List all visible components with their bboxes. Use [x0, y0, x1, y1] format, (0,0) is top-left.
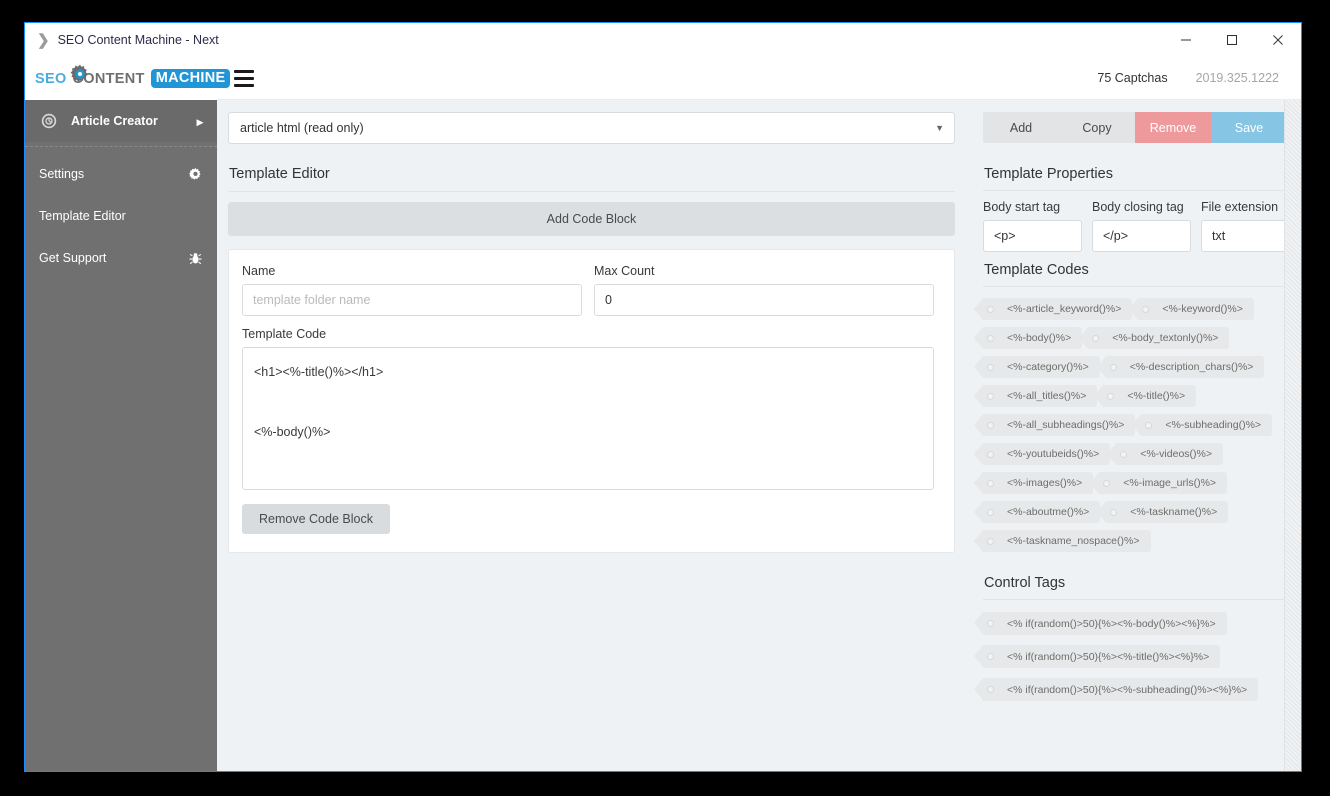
file-extension-input[interactable]: [1201, 220, 1287, 252]
file-extension-group: File extension: [1201, 200, 1287, 252]
main-content: article html (read only) ▼ Template Edit…: [217, 100, 1301, 771]
max-count-input[interactable]: [594, 284, 934, 316]
name-field-group: Name: [242, 264, 582, 316]
template-code-tag-1[interactable]: <%-keyword()%>: [1129, 298, 1254, 320]
template-code-tag-5[interactable]: <%-description_chars()%>: [1096, 356, 1265, 378]
action-button-bar: Add Copy Remove Save: [983, 112, 1287, 143]
template-code-tag-8[interactable]: <%-all_subheadings()%>: [973, 414, 1136, 436]
sidebar-item-get-support[interactable]: Get Support: [25, 237, 217, 279]
bug-icon: [187, 251, 203, 266]
body-closing-tag-group: Body closing tag: [1092, 200, 1191, 252]
template-code-tag-12[interactable]: <%-images()%>: [973, 472, 1094, 494]
control-tag-1[interactable]: <% if(random()>50){%><%-title()%><%}%>: [973, 645, 1221, 668]
clock-gear-icon: [41, 113, 61, 129]
window-controls: [1163, 23, 1301, 57]
captcha-count: 75 Captchas: [1097, 71, 1168, 85]
gear-icon: [187, 167, 203, 182]
template-code-tag-11[interactable]: <%-videos()%>: [1107, 443, 1223, 465]
sidebar-label-template-editor: Template Editor: [39, 209, 126, 223]
body-closing-tag-input[interactable]: [1092, 220, 1191, 252]
remove-code-block-button[interactable]: Remove Code Block: [242, 504, 390, 534]
hamburger-menu-icon[interactable]: [234, 69, 254, 87]
control-tags-divider: [983, 599, 1287, 600]
template-code-tag-6[interactable]: <%-all_titles()%>: [973, 385, 1098, 407]
control-tag-0[interactable]: <% if(random()>50){%><%-body()%><%}%>: [974, 612, 1227, 635]
body-start-tag-input[interactable]: [983, 220, 1082, 252]
code-block-card: Name Max Count Template Code <h1><%-titl…: [228, 249, 955, 553]
template-code-group: Template Code <h1><%-title()%></h1> <%-b…: [242, 327, 934, 490]
control-tag-2[interactable]: <% if(random()>50){%><%-subheading()%><%…: [973, 678, 1259, 701]
application-window: ❯ SEO Content Machine - Next SEO CONTENT…: [24, 22, 1302, 772]
sidebar-label-settings: Settings: [39, 167, 85, 181]
app-logo: SEO CONTENT MACHINE: [35, 64, 231, 88]
top-bar: 75 Captchas 2019.325.1222: [217, 57, 1301, 100]
window-title: SEO Content Machine - Next: [57, 33, 219, 47]
template-code-tag-14[interactable]: <%-aboutme()%>: [973, 501, 1101, 523]
template-code-label: Template Code: [242, 327, 327, 341]
template-code-tag-13[interactable]: <%-image_urls()%>: [1090, 472, 1228, 494]
sidebar-label-get-support: Get Support: [39, 251, 107, 265]
template-code-tag-15[interactable]: <%-taskname()%>: [1097, 501, 1229, 523]
body-closing-tag-label: Body closing tag: [1092, 200, 1184, 214]
add-button[interactable]: Add: [983, 112, 1059, 143]
control-tags-list: <% if(random()>50){%><%-body()%><%}%> <% …: [973, 612, 1287, 701]
template-codes-divider: [983, 286, 1287, 287]
sidebar-item-article-creator[interactable]: Article Creator ▸: [25, 100, 217, 142]
template-codes-heading: Template Codes: [984, 262, 1089, 278]
heading-divider: [228, 191, 955, 192]
close-button[interactable]: [1255, 23, 1301, 57]
copy-button[interactable]: Copy: [1059, 112, 1135, 143]
properties-row: Body start tag Body closing tag File ext…: [983, 200, 1287, 252]
max-count-label: Max Count: [594, 264, 655, 278]
sidebar-item-template-editor[interactable]: Template Editor: [25, 195, 217, 237]
sidebar-divider: [25, 146, 217, 147]
save-button[interactable]: Save: [1211, 112, 1287, 143]
template-code-tag-9[interactable]: <%-subheading()%>: [1132, 414, 1273, 436]
vertical-scrollbar[interactable]: [1284, 100, 1301, 771]
template-properties-column: Add Copy Remove Save Template Properties…: [971, 100, 1301, 771]
chevron-right-icon: ▸: [196, 114, 203, 129]
app-version: 2019.325.1222: [1195, 71, 1279, 85]
logo-text-seo: SEO: [35, 70, 67, 87]
control-tags-heading: Control Tags: [984, 575, 1066, 591]
add-code-block-button[interactable]: Add Code Block: [228, 202, 955, 236]
title-bar: ❯ SEO Content Machine - Next: [25, 23, 1301, 57]
app-logo-icon: ❯: [37, 31, 50, 49]
template-code-tag-10[interactable]: <%-youtubeids()%>: [973, 443, 1111, 465]
window-body: SEO CONTENT MACHINE Article Creator ▸ Se…: [25, 57, 1301, 771]
minimize-button[interactable]: [1163, 23, 1209, 57]
template-select-value: article html (read only): [240, 121, 364, 135]
body-start-tag-group: Body start tag: [983, 200, 1082, 252]
template-select[interactable]: article html (read only) ▼: [228, 112, 955, 144]
sidebar-label-article-creator: Article Creator: [71, 114, 158, 128]
maximize-button[interactable]: [1209, 23, 1255, 57]
gear-icon: [70, 64, 88, 82]
file-extension-label: File extension: [1201, 200, 1279, 214]
template-code-tag-4[interactable]: <%-category()%>: [974, 356, 1100, 378]
properties-divider: [983, 190, 1287, 191]
content-area: 75 Captchas 2019.325.1222 article html (…: [217, 57, 1301, 771]
editor-column: article html (read only) ▼ Template Edit…: [217, 100, 971, 771]
template-code-tag-7[interactable]: <%-title()%>: [1094, 385, 1197, 407]
template-code-tag-0[interactable]: <%-article_keyword()%>: [973, 298, 1133, 320]
template-properties-heading: Template Properties: [984, 166, 1113, 182]
template-code-tag-16[interactable]: <%-taskname_nospace()%>: [974, 530, 1151, 552]
top-bar-right: 75 Captchas 2019.325.1222: [1097, 71, 1279, 85]
code-block-fields: Name Max Count: [242, 264, 934, 316]
sidebar-item-settings[interactable]: Settings: [25, 153, 217, 195]
chevron-down-icon: ▼: [935, 123, 944, 133]
max-count-field-group: Max Count: [594, 264, 934, 316]
body-start-tag-label: Body start tag: [983, 200, 1061, 214]
brand-header: SEO CONTENT MACHINE: [25, 57, 231, 100]
template-editor-heading: Template Editor: [229, 166, 330, 182]
name-label: Name: [242, 264, 276, 278]
template-codes-list: <%-article_keyword()%> <%-keyword()%> <%-b…: [973, 298, 1287, 552]
sidebar: SEO CONTENT MACHINE Article Creator ▸ Se…: [25, 57, 231, 771]
template-code-tag-2[interactable]: <%-body()%>: [973, 327, 1083, 349]
template-code-tag-3[interactable]: <%-body_textonly()%>: [1079, 327, 1230, 349]
logo-text-machine: MACHINE: [150, 69, 231, 88]
remove-button[interactable]: Remove: [1135, 112, 1211, 143]
template-code-textarea[interactable]: <h1><%-title()%></h1> <%-body()%>: [242, 347, 934, 490]
name-input[interactable]: [242, 284, 582, 316]
